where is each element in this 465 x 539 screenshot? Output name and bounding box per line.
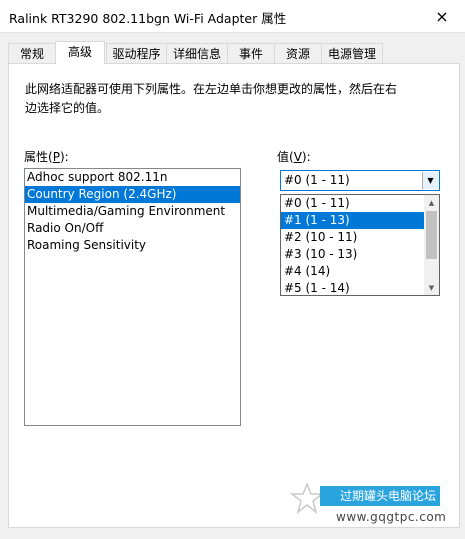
- close-button[interactable]: ×: [419, 0, 465, 32]
- value-combobox[interactable]: #0 (1 - 11) ▼: [280, 170, 440, 191]
- property-label-accesskey: P: [52, 150, 60, 164]
- value-option[interactable]: #5 (1 - 14): [281, 280, 439, 295]
- property-label-text: 属性(: [24, 150, 53, 164]
- value-option[interactable]: #0 (1 - 11): [281, 195, 439, 212]
- value-label: 值(V):: [277, 148, 311, 165]
- close-icon: ×: [435, 6, 449, 26]
- value-label-accesskey: V: [293, 150, 302, 164]
- tab-resources[interactable]: 资源: [274, 43, 322, 63]
- watermark-banner: 过期罐头电脑论坛: [320, 486, 440, 506]
- tab-events[interactable]: 事件: [227, 43, 275, 63]
- value-label-end: ):: [301, 150, 311, 164]
- chevron-down-icon[interactable]: ▼: [422, 172, 438, 189]
- tab-label: 高级: [67, 45, 92, 59]
- tab-label: 详细信息: [172, 47, 221, 61]
- property-item[interactable]: Multimedia/Gaming Environment: [25, 203, 240, 220]
- window-title: Ralink RT3290 802.11bgn Wi-Fi Adapter 属性: [9, 11, 287, 26]
- scroll-thumb[interactable]: [426, 211, 437, 259]
- title-bar: Ralink RT3290 802.11bgn Wi-Fi Adapter 属性…: [0, 0, 465, 33]
- value-option[interactable]: #3 (10 - 13): [281, 246, 439, 263]
- description-text: 此网络适配器可使用下列属性。在左边单击你想更改的属性，然后在右边选择它的值。: [25, 82, 398, 115]
- tab-power-management[interactable]: 电源管理: [321, 43, 383, 63]
- property-item[interactable]: Radio On/Off: [25, 220, 240, 237]
- value-option[interactable]: #2 (10 - 11): [281, 229, 439, 246]
- tab-label: 事件: [238, 47, 263, 61]
- watermark-star-icon: [290, 482, 324, 514]
- value-option[interactable]: #4 (14): [281, 263, 439, 280]
- property-listbox[interactable]: Adhoc support 802.11n Country Region (2.…: [24, 168, 241, 426]
- value-label-text: 值(: [277, 150, 294, 164]
- value-dropdown-list[interactable]: #0 (1 - 11) #1 (1 - 13) #2 (10 - 11) #3 …: [280, 194, 440, 296]
- property-label: 属性(P):: [24, 148, 69, 165]
- property-label-end: ):: [59, 150, 69, 164]
- tab-strip: 常规 高级 驱动程序 详细信息 事件 资源 电源管理: [8, 41, 460, 64]
- value-combobox-text: #0 (1 - 11): [284, 173, 350, 187]
- tab-general[interactable]: 常规: [8, 43, 56, 63]
- tab-details[interactable]: 详细信息: [166, 43, 228, 63]
- watermark-url: www.gqgtpc.com: [336, 510, 447, 524]
- watermark-text: 过期罐头电脑论坛: [340, 489, 437, 503]
- tab-advanced[interactable]: 高级: [55, 41, 105, 64]
- tab-driver[interactable]: 驱动程序: [106, 43, 167, 63]
- property-item[interactable]: Adhoc support 802.11n: [25, 169, 240, 186]
- tab-label: 驱动程序: [112, 47, 161, 61]
- property-item-selected[interactable]: Country Region (2.4GHz): [25, 186, 240, 203]
- tab-label: 常规: [19, 47, 44, 61]
- tab-label: 资源: [285, 47, 310, 61]
- dropdown-scrollbar[interactable]: ▲ ▼: [424, 195, 439, 295]
- property-item[interactable]: Roaming Sensitivity: [25, 237, 240, 254]
- advanced-tab-panel: 此网络适配器可使用下列属性。在左边单击你想更改的属性，然后在右边选择它的值。 属…: [8, 63, 460, 528]
- scroll-up-icon[interactable]: ▲: [424, 195, 439, 210]
- scroll-down-icon[interactable]: ▼: [424, 280, 439, 295]
- tab-label: 电源管理: [327, 47, 376, 61]
- value-option-highlighted[interactable]: #1 (1 - 13): [281, 212, 439, 229]
